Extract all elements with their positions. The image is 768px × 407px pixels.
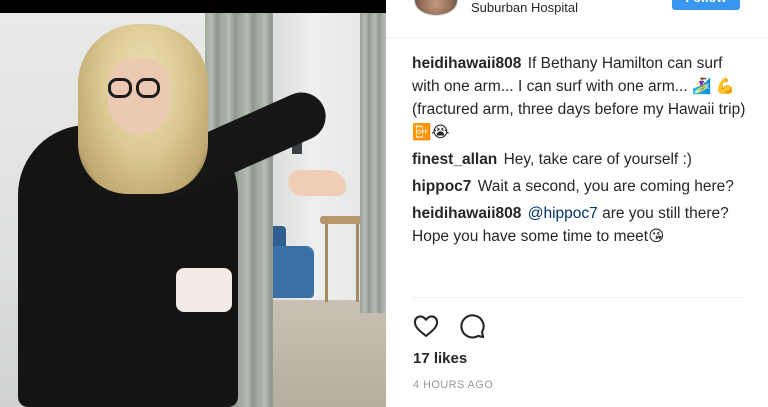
heart-icon[interactable] (412, 312, 440, 340)
post-photo[interactable] (0, 0, 386, 407)
comment-item: heidihawaii808 @hippoc7 are you still th… (412, 202, 752, 248)
comment-icon[interactable] (458, 312, 486, 340)
comment-item: heidihawaii808 If Bethany Hamilton can s… (412, 52, 752, 144)
like-count[interactable]: 17 likes (413, 350, 467, 367)
follow-button[interactable]: Follow (672, 0, 740, 10)
post-sidebar: Suburban Hospital Follow heidihawaii808 … (386, 0, 768, 407)
comment-username[interactable]: heidihawaii808 (412, 55, 521, 72)
post-timestamp[interactable]: 4 HOURS AGO (413, 379, 493, 391)
comment-username[interactable]: heidihawaii808 (412, 205, 521, 222)
comment-item: hippoc7 Wait a second, you are coming he… (412, 175, 752, 198)
comment-text: Hey, take care of yourself :) (503, 151, 692, 168)
comment-mention-link[interactable]: @hippoc7 (528, 205, 598, 222)
comment-item: finest_allan Hey, take care of yourself … (412, 148, 752, 171)
comment-list: heidihawaii808 If Bethany Hamilton can s… (412, 52, 752, 252)
comment-text: Wait a second, you are coming here? (477, 178, 734, 195)
avatar[interactable] (414, 0, 458, 16)
comment-username[interactable]: hippoc7 (412, 178, 471, 195)
comment-username[interactable]: finest_allan (412, 151, 497, 168)
post-header: Suburban Hospital Follow (386, 0, 768, 38)
divider (412, 297, 742, 298)
instagram-post: Suburban Hospital Follow heidihawaii808 … (0, 0, 768, 407)
location-link[interactable]: Suburban Hospital (471, 0, 578, 15)
